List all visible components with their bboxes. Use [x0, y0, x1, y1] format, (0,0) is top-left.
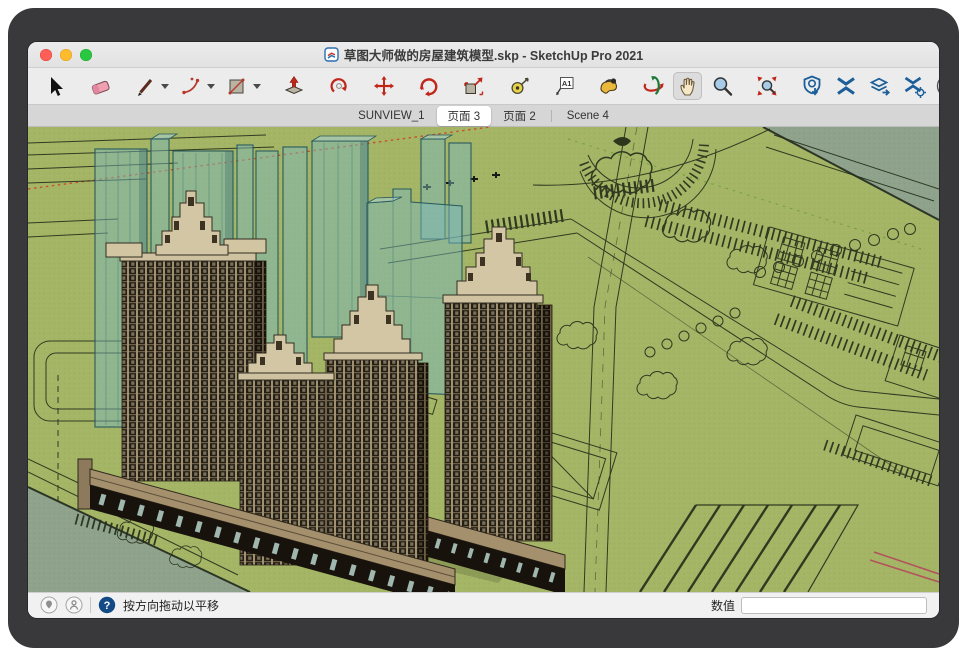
- measurement-input[interactable]: [741, 597, 927, 614]
- paint-bucket-tool-button[interactable]: [594, 72, 623, 100]
- toolbar: A1: [28, 68, 939, 105]
- pan-hand-icon: [676, 74, 700, 98]
- minimize-button[interactable]: [60, 49, 72, 61]
- line-tool-button[interactable]: [130, 72, 159, 100]
- push-pull-icon: [282, 74, 306, 98]
- warehouse-download-button[interactable]: [797, 72, 826, 100]
- sketchup-logo-icon: [324, 47, 339, 62]
- extension-manager-icon: [902, 74, 926, 98]
- rotate-icon: [417, 74, 441, 98]
- line-tool-dropdown[interactable]: [161, 84, 169, 89]
- rectangle-tool-button[interactable]: [222, 72, 251, 100]
- scene-tab-page-2[interactable]: 页面 2: [494, 106, 545, 126]
- orbit-icon: [642, 74, 666, 98]
- scene-tab-divider: [551, 110, 552, 122]
- extension-manager-button[interactable]: [899, 72, 928, 100]
- rectangle-icon: [225, 74, 249, 98]
- push-pull-tool-button[interactable]: [279, 72, 308, 100]
- move-tool-button[interactable]: [369, 72, 398, 100]
- paint-bucket-icon: [597, 74, 621, 98]
- select-tool-button[interactable]: [40, 72, 69, 100]
- account-avatar-icon: [935, 73, 940, 99]
- extension-warehouse-icon: [834, 74, 858, 98]
- text-tool-button[interactable]: A1: [549, 72, 578, 100]
- measurement-label: 数值: [711, 597, 735, 614]
- model-viewport[interactable]: [28, 127, 939, 592]
- zoom-tool-button[interactable]: [707, 72, 736, 100]
- offset-tool-button[interactable]: [324, 72, 353, 100]
- scene-tab-page-3[interactable]: 页面 3: [437, 106, 492, 126]
- screenshot-frame: 草图大师做的房屋建筑模型.skp - SketchUp Pro 2021: [8, 8, 959, 648]
- arc-tool-dropdown[interactable]: [207, 84, 215, 89]
- extension-warehouse-button[interactable]: [831, 72, 860, 100]
- scale-icon: [462, 74, 486, 98]
- status-hint-text: 按方向拖动以平移: [123, 597, 219, 614]
- window-title: 草图大师做的房屋建筑模型.skp - SketchUp Pro 2021: [324, 45, 643, 64]
- sketchup-window: 草图大师做的房屋建筑模型.skp - SketchUp Pro 2021: [28, 42, 939, 618]
- arc-tool-button[interactable]: [176, 72, 205, 100]
- scene-tabs-bar: SUNVIEW_1 页面 3 页面 2 Scene 4: [28, 105, 939, 127]
- credits-person-icon[interactable]: [65, 596, 83, 614]
- title-bar: 草图大师做的房屋建筑模型.skp - SketchUp Pro 2021: [28, 42, 939, 68]
- zoom-magnifier-icon: [710, 74, 734, 98]
- offset-icon: [327, 74, 351, 98]
- help-icon[interactable]: ?: [98, 596, 116, 614]
- eraser-icon: [88, 74, 112, 98]
- select-arrow-icon: [43, 74, 67, 98]
- move-icon: [372, 74, 396, 98]
- scene-tab-sunview-1[interactable]: SUNVIEW_1: [349, 108, 433, 124]
- rotate-tool-button[interactable]: [414, 72, 443, 100]
- tape-measure-tool-button[interactable]: [504, 72, 533, 100]
- scene-tab-scene-4[interactable]: Scene 4: [558, 108, 618, 124]
- status-bar: ? 按方向拖动以平移 数值: [28, 592, 939, 617]
- svg-text:A1: A1: [561, 79, 571, 88]
- tape-measure-icon: [507, 74, 531, 98]
- svg-text:?: ?: [104, 600, 111, 612]
- pan-tool-button[interactable]: [673, 72, 702, 100]
- geolocation-icon[interactable]: [40, 596, 58, 614]
- zoom-button[interactable]: [80, 49, 92, 61]
- zoom-extents-tool-button[interactable]: [752, 72, 781, 100]
- close-button[interactable]: [40, 49, 52, 61]
- measurement-group: 数值: [711, 597, 927, 614]
- 3d-warehouse-icon: [800, 74, 824, 98]
- arc-icon: [179, 74, 203, 98]
- share-layers-icon: [868, 74, 892, 98]
- zoom-extents-icon: [755, 74, 779, 98]
- text-annotation-icon: A1: [552, 74, 576, 98]
- traffic-lights: [40, 49, 92, 61]
- scale-tool-button[interactable]: [459, 72, 488, 100]
- eraser-tool-button[interactable]: [85, 72, 114, 100]
- orbit-tool-button[interactable]: [639, 72, 668, 100]
- pencil-icon: [133, 74, 157, 98]
- window-title-text: 草图大师做的房屋建筑模型.skp - SketchUp Pro 2021: [344, 45, 643, 64]
- account-button[interactable]: [933, 72, 939, 100]
- share-model-button[interactable]: [865, 72, 894, 100]
- status-divider: [90, 597, 91, 613]
- rectangle-tool-dropdown[interactable]: [253, 84, 261, 89]
- model-canvas: [28, 127, 939, 592]
